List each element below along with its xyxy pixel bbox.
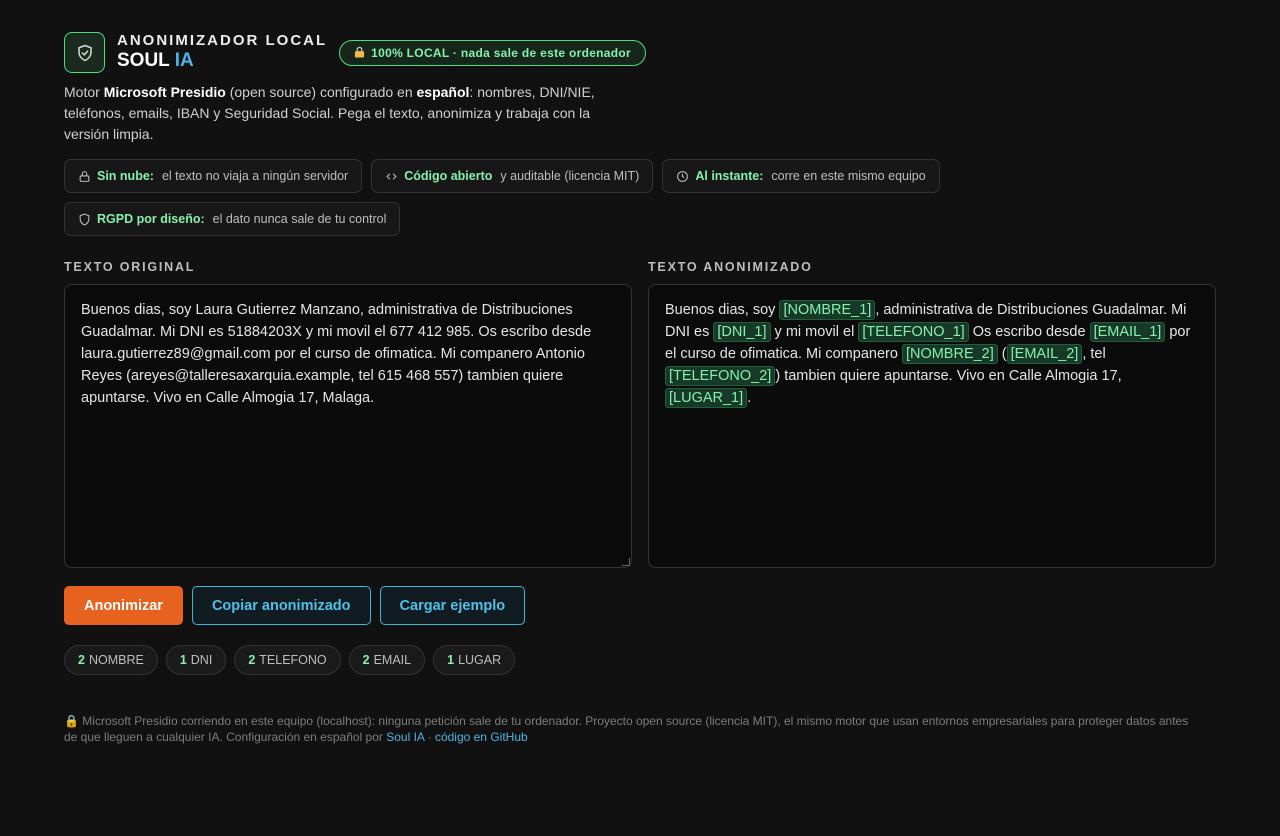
count-dni: 1 DNI (165, 645, 227, 675)
shield-icon (79, 213, 90, 226)
entity-tag: [EMAIL_1] (1089, 322, 1166, 342)
anonymized-output: Buenos dias, soy [NOMBRE_1], administrat… (648, 284, 1216, 568)
feature-text: corre en este mismo equipo (771, 169, 926, 183)
feature-title: Código abierto (404, 169, 493, 183)
description-text: (open source) configurado en (225, 84, 417, 100)
footer-note: 🔒 Microsoft Presidio corriendo en este e… (64, 713, 1204, 745)
entity-tag: [TELEFONO_1] (858, 322, 969, 342)
count-number: 2 (248, 653, 256, 667)
lock-emoji-icon: 🔒 (64, 714, 79, 728)
app: ANONIMIZADOR LOCAL SOUL IA 100% LOCAL · … (64, 32, 1216, 745)
entity-tag: [DNI_1] (713, 322, 771, 342)
local-badge-text: 100% LOCAL · nada sale de este ordenador (371, 46, 632, 60)
feature-title: Al instante: (695, 169, 764, 183)
footer-separator: · (424, 730, 435, 744)
engine-name: Microsoft Presidio (103, 84, 226, 100)
description: Motor Microsoft Presidio (open source) c… (64, 82, 624, 145)
entity-tag: [NOMBRE_1] (779, 300, 876, 320)
original-panel: TEXTO ORIGINAL (64, 260, 632, 568)
copy-anonymized-button[interactable]: Copiar anonimizado (191, 586, 371, 625)
count-telefono: 2 TELEFONO (234, 645, 341, 675)
count-nombre: 2 NOMBRE (64, 645, 158, 675)
brand-main: SOUL (117, 50, 170, 71)
feature-title: RGPD por diseño: (97, 212, 205, 226)
feature-text: el texto no viaja a ningún servidor (161, 169, 349, 183)
entity-tag: [LUGAR_1] (665, 388, 748, 408)
count-number: 1 (447, 653, 455, 667)
count-label: LUGAR (458, 653, 502, 667)
feature-text: el dato nunca sale de tu control (212, 212, 387, 226)
entity-tag: [TELEFONO_2] (665, 366, 776, 386)
count-label: DNI (190, 653, 213, 667)
action-bar: Anonimizar Copiar anonimizado Cargar eje… (64, 586, 1216, 625)
count-email: 2 EMAIL (348, 645, 426, 675)
feature-codigo-abierto: Código abierto y auditable (licencia MIT… (371, 159, 654, 193)
original-textarea[interactable] (64, 284, 632, 568)
entity-tag: [NOMBRE_2] (901, 344, 998, 364)
clock-icon (677, 170, 689, 182)
count-number: 2 (78, 653, 85, 667)
brand: ANONIMIZADOR LOCAL SOUL IA (117, 32, 327, 72)
entity-tag: [EMAIL_2] (1006, 344, 1083, 364)
count-label: NOMBRE (88, 653, 144, 667)
soul-ia-link[interactable]: Soul IA (386, 730, 424, 744)
header: ANONIMIZADOR LOCAL SOUL IA 100% LOCAL · … (64, 32, 1216, 74)
footer-text: Microsoft Presidio corriendo en este equ… (64, 714, 1189, 744)
lock-icon (79, 170, 90, 182)
brand-accent: IA (174, 50, 194, 71)
github-link[interactable]: código en GitHub (435, 730, 528, 744)
panels: TEXTO ORIGINAL TEXTO ANONIMIZADO Buenos … (64, 260, 1216, 568)
lock-icon (354, 46, 365, 61)
feature-text: y auditable (licencia MIT) (500, 169, 640, 183)
count-label: EMAIL (373, 653, 412, 667)
feature-title: Sin nube: (97, 169, 154, 183)
feature-sin-nube: Sin nube: el texto no viaja a ningún ser… (64, 159, 363, 193)
count-number: 2 (362, 653, 370, 667)
feature-rgpd: RGPD por diseño: el dato nunca sale de t… (64, 202, 401, 236)
brand-name: SOUL IA (117, 50, 327, 72)
load-example-button[interactable]: Cargar ejemplo (379, 586, 526, 625)
anonymized-label: TEXTO ANONIMIZADO (648, 260, 813, 274)
anonymized-panel: TEXTO ANONIMIZADO Buenos dias, soy [NOMB… (648, 260, 1216, 568)
count-lugar: 1 LUGAR (433, 645, 516, 675)
feature-list: Sin nube: el texto no viaja a ningún ser… (64, 159, 964, 236)
app-eyebrow: ANONIMIZADOR LOCAL (117, 32, 328, 49)
shield-check-icon (64, 32, 105, 73)
count-label: TELEFONO (259, 653, 327, 667)
feature-al-instante: Al instante: corre en este mismo equipo (662, 159, 940, 193)
anonymize-button[interactable]: Anonimizar (64, 586, 183, 625)
description-text: Motor (64, 84, 104, 100)
entity-counts: 2 NOMBRE 1 DNI 2 TELEFONO 2 EMAIL 1 LUGAR (64, 645, 1216, 675)
count-number: 1 (179, 653, 187, 667)
local-badge: 100% LOCAL · nada sale de este ordenador (339, 40, 647, 66)
language-name: español (416, 84, 470, 100)
original-label: TEXTO ORIGINAL (64, 260, 196, 274)
original-wrapper (64, 284, 632, 568)
code-icon (386, 172, 397, 180)
